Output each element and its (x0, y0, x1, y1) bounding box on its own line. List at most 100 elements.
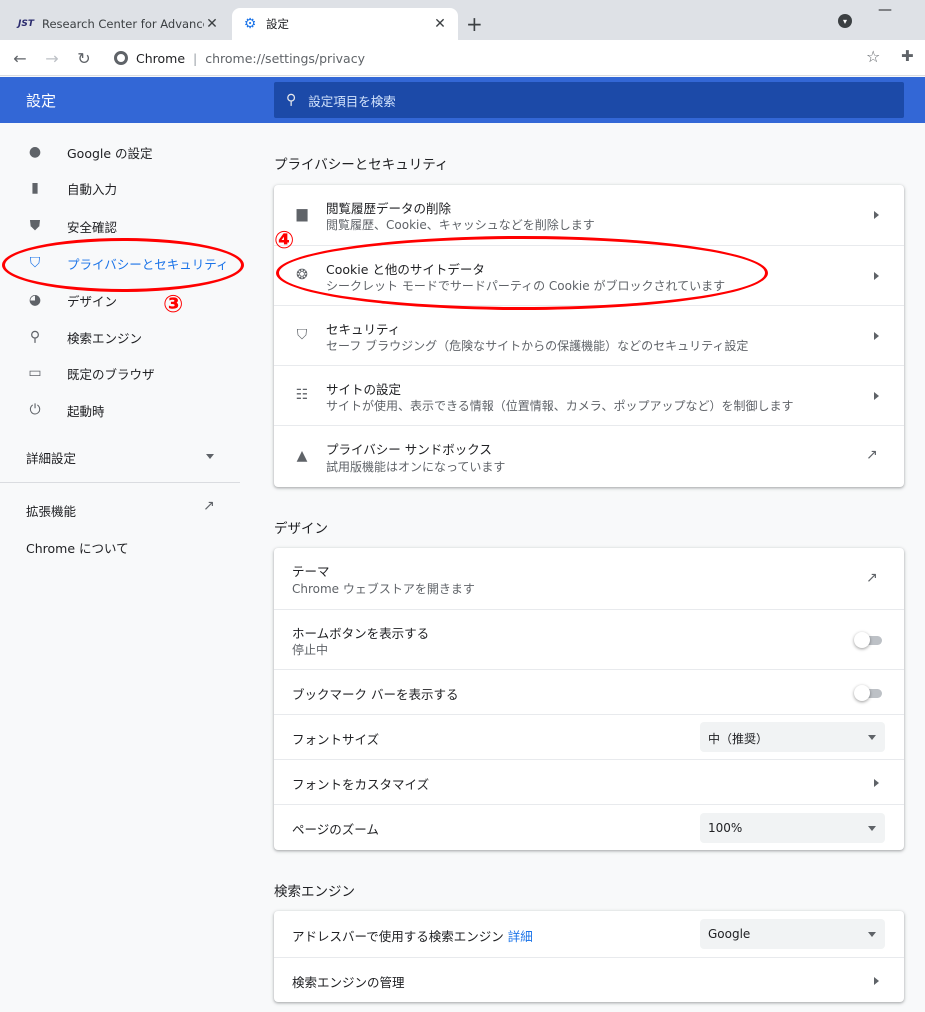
sidebar-item-label: 起動時 (67, 403, 105, 419)
annotation-ellipse-cookies (276, 236, 768, 310)
row-title: フォントサイズ (292, 732, 380, 747)
reload-icon[interactable]: ↻ (72, 46, 96, 70)
select-value: 中（推奨） (708, 732, 769, 746)
shield-check-icon: ⛊ (29, 218, 41, 234)
row-title: 検索エンジンの管理 (292, 975, 405, 990)
bookmarks-bar-toggle[interactable] (854, 685, 884, 701)
new-tab-button[interactable]: + (466, 12, 483, 36)
jst-favicon-icon: JST (18, 19, 34, 29)
tune-icon: ☷ (295, 387, 309, 403)
font-size-row: フォントサイズ 中（推奨） (274, 714, 904, 759)
tab-settings[interactable]: ⚙ 設定 ✕ (232, 8, 458, 40)
chevron-down-icon (868, 735, 876, 740)
sidebar-item-search-engine[interactable]: ⚲ 検索エンジン (0, 319, 240, 355)
chevron-down-icon (868, 932, 876, 937)
sidebar-item-label: 検索エンジン (67, 330, 143, 346)
row-subtitle: サイトが使用、表示できる情報（位置情報、カメラ、ポップアップなど）を制御します (326, 399, 794, 413)
row-title: ブックマーク バーを表示する (292, 687, 459, 702)
page-zoom-select[interactable]: 100% (700, 813, 885, 843)
privacy-section-title: プライバシーとセキュリティ (274, 157, 449, 173)
bookmarks-bar-row: ブックマーク バーを表示する (274, 669, 904, 714)
privacy-card: ▆ 閲覧履歴データの削除 閲覧履歴、Cookie、キャッシュなどを削除します ❂… (274, 185, 904, 487)
sidebar-item-label: Google の設定 (67, 145, 153, 161)
sidebar-extensions[interactable]: 拡張機能 (26, 501, 76, 520)
theme-row[interactable]: テーマ Chrome ウェブストアを開きます ↗ (274, 548, 904, 609)
sidebar-item-google[interactable]: ● Google の設定 (0, 134, 240, 170)
address-bar-engine-row: アドレスバーで使用する検索エンジン 詳細 Google (274, 911, 904, 957)
sidebar-advanced[interactable]: 詳細設定 (26, 448, 76, 467)
row-title: サイトの設定 (326, 382, 402, 397)
open-external-icon: ↗ (866, 570, 878, 586)
row-subtitle: 閲覧履歴、Cookie、キャッシュなどを削除します (326, 218, 595, 232)
security-row[interactable]: ⛉ セキュリティ セーフ ブラウジング（危険なサイトからの保護機能）などのセキュ… (274, 305, 904, 365)
chrome-icon (114, 51, 128, 65)
annotation-ellipse-privacy (2, 238, 244, 292)
design-section-title: デザイン (274, 521, 328, 537)
sidebar-item-label: 安全確認 (67, 219, 118, 235)
close-tab-icon[interactable]: ✕ (204, 16, 220, 32)
search-placeholder: 設定項目を検索 (308, 93, 396, 109)
page-title: 設定 (26, 92, 57, 110)
trash-icon: ▆ (296, 206, 308, 222)
annotation-number-3: ③ (163, 290, 184, 318)
extensions-puzzle-icon[interactable]: ✚ (901, 47, 914, 65)
shield-icon: ⛉ (296, 327, 308, 343)
home-button-row: ホームボタンを表示する 停止中 (274, 609, 904, 669)
row-title: プライバシー サンドボックス (326, 442, 492, 457)
bookmark-star-icon[interactable]: ☆ (866, 47, 880, 66)
browser-toolbar: ← → ↻ Chrome | chrome://settings/privacy… (0, 40, 925, 76)
font-size-select[interactable]: 中（推奨） (700, 722, 885, 752)
search-icon: ⚲ (286, 92, 297, 108)
tab-research-center[interactable]: JST Research Center for Advanced Co ✕ (8, 8, 230, 40)
sidebar-item-on-startup[interactable]: ⏻ 起動時 (0, 392, 240, 428)
forward-arrow-icon[interactable]: → (40, 46, 64, 70)
home-button-toggle[interactable] (854, 632, 884, 648)
tab-title: Research Center for Advanced Co (42, 17, 204, 31)
manage-search-engines-row[interactable]: 検索エンジンの管理 (274, 957, 904, 1002)
person-icon: ● (28, 144, 42, 160)
row-title: フォントをカスタマイズ (292, 777, 430, 792)
row-title: アドレスバーで使用する検索エンジン 詳細 (292, 926, 533, 945)
minimize-window-button[interactable]: — (878, 2, 892, 18)
open-external-icon[interactable]: ↗ (203, 498, 215, 514)
sidebar-item-autofill[interactable]: ▮ 自動入力 (0, 170, 240, 206)
back-arrow-icon[interactable]: ← (8, 46, 32, 70)
row-title: 閲覧履歴データの削除 (326, 201, 452, 216)
page-zoom-row: ページのズーム 100% (274, 804, 904, 850)
sidebar-about-chrome[interactable]: Chrome について (26, 538, 129, 557)
browser-icon: ▭ (28, 365, 42, 381)
design-card: テーマ Chrome ウェブストアを開きます ↗ ホームボタンを表示する 停止中… (274, 548, 904, 850)
address-bar[interactable]: Chrome | chrome://settings/privacy (104, 45, 860, 71)
privacy-sandbox-row[interactable]: ▲ プライバシー サンドボックス 試用版機能はオンになっています ↗ (274, 425, 904, 487)
sidebar-item-default-browser[interactable]: ▭ 既定のブラウザ (0, 355, 240, 391)
site-settings-row[interactable]: ☷ サイトの設定 サイトが使用、表示できる情報（位置情報、カメラ、ポップアップな… (274, 365, 904, 425)
customize-fonts-row[interactable]: フォントをカスタマイズ (274, 759, 904, 804)
annotation-number-4: ④ (274, 226, 295, 254)
profile-icon[interactable]: ▾ (838, 14, 852, 28)
select-value: Google (708, 927, 751, 941)
tab-title: 設定 (266, 17, 289, 31)
chevron-right-icon (874, 977, 879, 985)
search-input[interactable]: ⚲ 設定項目を検索 (274, 82, 904, 118)
open-external-icon: ↗ (866, 447, 878, 463)
search-engine-section-title: 検索エンジン (274, 884, 355, 900)
sidebar-item-label: 既定のブラウザ (67, 366, 155, 382)
chevron-down-icon (868, 826, 876, 831)
row-title: ページのズーム (292, 822, 379, 837)
chevron-right-icon (874, 392, 879, 400)
clear-browsing-data-row[interactable]: ▆ 閲覧履歴データの削除 閲覧履歴、Cookie、キャッシュなどを削除します (274, 185, 904, 245)
gear-icon: ⚙ (243, 16, 257, 32)
sidebar-item-label: 自動入力 (67, 181, 118, 197)
search-icon: ⚲ (29, 329, 41, 345)
row-title: ホームボタンを表示する (292, 626, 430, 641)
clipboard-icon: ▮ (31, 180, 39, 196)
learn-more-link[interactable]: 詳細 (508, 929, 533, 944)
flask-icon: ▲ (296, 448, 308, 464)
search-engine-select[interactable]: Google (700, 919, 885, 949)
chevron-down-icon[interactable] (206, 454, 214, 459)
power-icon: ⏻ (29, 402, 41, 418)
chevron-right-icon (874, 779, 879, 787)
chevron-right-icon (874, 272, 879, 280)
url-text: chrome://settings/privacy (205, 50, 365, 66)
close-tab-icon[interactable]: ✕ (432, 16, 448, 32)
